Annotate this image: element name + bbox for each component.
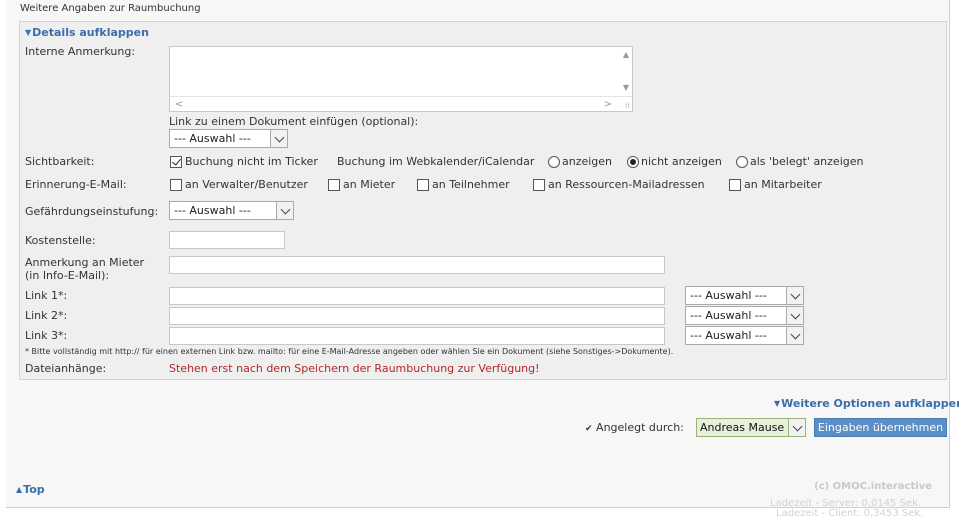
radio-belegt[interactable] xyxy=(736,156,748,168)
link2-input[interactable] xyxy=(169,307,665,325)
details-toggle-link[interactable]: ▼Details aufklappen xyxy=(25,26,149,39)
radio-anzeigen-label: anzeigen xyxy=(562,155,613,168)
radio-anzeigen[interactable] xyxy=(548,156,560,168)
kostenstelle-label: Kostenstelle: xyxy=(25,234,96,247)
link-dokument-label: Link zu einem Dokument einfügen (optiona… xyxy=(169,115,419,128)
link2-select[interactable]: --- Auswahl --- xyxy=(685,306,804,325)
anmerkung-mieter-label: Anmerkung an Mieter xyxy=(25,256,145,269)
link1-label: Link 1*: xyxy=(25,289,68,302)
triangle-down-icon: ▼ xyxy=(25,28,32,37)
check-icon: ✔ xyxy=(585,424,593,434)
radio-belegt-label: als 'belegt' anzeigen xyxy=(750,155,864,168)
interne-anmerkung-label: Interne Anmerkung: xyxy=(25,45,136,58)
teilnehmer-checkbox[interactable] xyxy=(417,179,429,191)
ressourcen-checkbox-label: an Ressourcen-Mailadressen xyxy=(548,178,705,191)
scroll-left-icon[interactable]: < xyxy=(175,99,183,110)
erinnerung-label: Erinnerung-E-Mail: xyxy=(25,178,127,191)
triangle-down-icon: ▼ xyxy=(774,399,781,408)
link1-input[interactable] xyxy=(169,287,665,305)
chevron-down-icon xyxy=(276,202,293,219)
link2-label: Link 2*: xyxy=(25,309,68,322)
resize-grip-icon[interactable]: ⁞⁞ xyxy=(625,101,630,110)
ticker-checkbox[interactable] xyxy=(170,156,182,168)
sichtbarkeit-label: Sichtbarkeit: xyxy=(25,155,95,168)
webkalender-label: Buchung im Webkalender/iCalendar xyxy=(337,155,535,168)
dateianhaenge-label: Dateianhänge: xyxy=(25,362,107,375)
mitarbeiter-checkbox[interactable] xyxy=(729,179,741,191)
page-container: Weitere Angaben zur Raumbuchung ▼Details… xyxy=(6,0,959,508)
horizontal-scrollbar[interactable] xyxy=(170,96,632,111)
ticker-checkbox-label: Buchung nicht im Ticker xyxy=(185,155,318,168)
scroll-up-icon[interactable]: ▲ xyxy=(623,50,629,59)
author-select[interactable]: Andreas Mause xyxy=(696,418,806,437)
mieter-checkbox-label: an Mieter xyxy=(343,178,396,191)
triangle-up-icon: ▲ xyxy=(16,485,23,494)
dateianhaenge-info: Stehen erst nach dem Speichern der Raumb… xyxy=(169,362,540,375)
link3-input[interactable] xyxy=(169,327,665,345)
anmerkung-mieter-label-sub: (in Info-E-Mail): xyxy=(25,269,110,282)
anmerkung-mieter-input[interactable] xyxy=(169,256,665,274)
verwalter-checkbox-label: an Verwalter/Benutzer xyxy=(185,178,308,191)
interne-anmerkung-textarea[interactable]: ▲ ▼ < > ⁞⁞ xyxy=(169,46,633,112)
dokument-select[interactable]: --- Auswahl --- xyxy=(169,129,288,148)
gefaehrdung-label: Gefährdungseinstufung: xyxy=(25,205,159,218)
chevron-down-icon xyxy=(786,307,803,324)
kostenstelle-input[interactable] xyxy=(169,231,285,249)
teilnehmer-checkbox-label: an Teilnehmer xyxy=(432,178,510,191)
weitere-optionen-link[interactable]: ▼Weitere Optionen aufklappen xyxy=(774,397,959,410)
radio-nicht-anzeigen[interactable] xyxy=(627,156,639,168)
chevron-down-icon xyxy=(270,130,287,147)
link1-select[interactable]: --- Auswahl --- xyxy=(685,286,804,305)
angelegt-durch-label: ✔ Angelegt durch: xyxy=(585,421,684,434)
load-time-client: Ladezeit - Client: 0,3453 Sek. xyxy=(776,508,924,519)
scroll-down-icon[interactable]: ▼ xyxy=(623,83,629,92)
link-hint-note: * Bitte vollständig mit http:// für eine… xyxy=(25,347,674,356)
section-title: Weitere Angaben zur Raumbuchung xyxy=(20,3,201,14)
top-link[interactable]: ▲Top xyxy=(16,483,45,496)
mitarbeiter-checkbox-label: an Mitarbeiter xyxy=(744,178,822,191)
link3-label: Link 3*: xyxy=(25,329,68,342)
verwalter-checkbox[interactable] xyxy=(170,179,182,191)
radio-nicht-anzeigen-label: nicht anzeigen xyxy=(641,155,722,168)
copyright: (c) OMOC.interactive xyxy=(814,481,932,492)
ressourcen-checkbox[interactable] xyxy=(533,179,545,191)
scroll-right-icon[interactable]: > xyxy=(604,99,612,110)
chevron-down-icon xyxy=(786,327,803,344)
mieter-checkbox[interactable] xyxy=(328,179,340,191)
link3-select[interactable]: --- Auswahl --- xyxy=(685,326,804,345)
gefaehrdung-select[interactable]: --- Auswahl --- xyxy=(169,201,294,220)
chevron-down-icon xyxy=(786,287,803,304)
chevron-down-icon xyxy=(788,419,805,436)
submit-button[interactable]: Eingaben übernehmen xyxy=(814,418,947,437)
